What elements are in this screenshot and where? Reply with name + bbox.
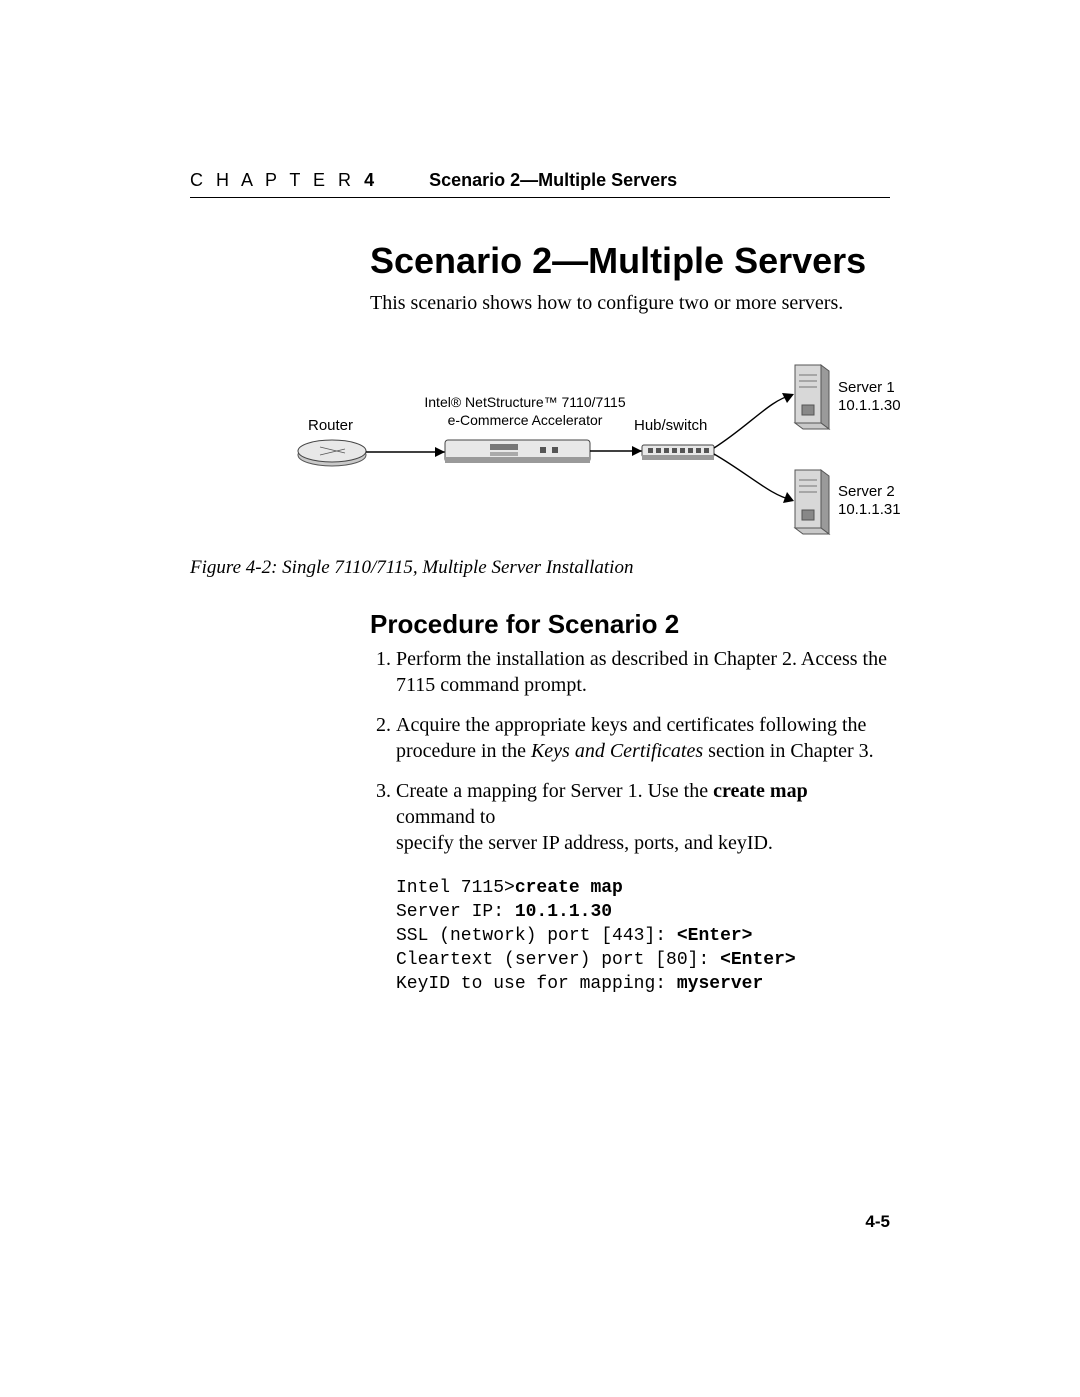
procedure-list: Perform the installation as described in… — [370, 646, 890, 856]
code-l1-prompt: Intel 7115> — [396, 878, 515, 898]
device-label-2: e-Commerce Accelerator — [410, 411, 640, 429]
step-2-text-b: procedure in the — [396, 740, 531, 762]
running-header: C H A P T E R 4 Scenario 2—Multiple Serv… — [190, 170, 890, 198]
page-title: Scenario 2—Multiple Servers — [370, 240, 890, 282]
diagram-svg — [290, 355, 910, 535]
server1-name: Server 1 — [838, 379, 895, 397]
code-l4-label: Cleartext (server) port [80]: — [396, 950, 720, 970]
code-l5-val: myserver — [677, 974, 763, 994]
accelerator-icon — [445, 440, 590, 463]
chapter-number: 4 — [364, 170, 374, 190]
code-l3-val: <Enter> — [677, 926, 753, 946]
server1-ip: 10.1.1.30 — [838, 397, 901, 415]
chapter-label: C H A P T E R 4 — [190, 170, 374, 191]
router-icon — [298, 440, 366, 466]
content-column: Scenario 2—Multiple Servers This scenari… — [370, 240, 890, 996]
code-l3-label: SSL (network) port [443]: — [396, 926, 677, 946]
device-label-1: Intel® NetStructure™ 7110/7115 — [410, 393, 640, 411]
intro-paragraph: This scenario shows how to configure two… — [370, 292, 890, 315]
section-name: Scenario 2—Multiple Servers — [429, 170, 677, 191]
server2-name: Server 2 — [838, 483, 895, 501]
network-diagram: Router Intel® NetStructure™ 7110/7115 e-… — [290, 355, 910, 535]
step-2-text-a: Acquire the appropriate keys and certifi… — [396, 714, 866, 736]
server2-ip: 10.1.1.31 — [838, 501, 901, 519]
hub-icon — [642, 445, 714, 460]
page-number: 4-5 — [865, 1212, 890, 1232]
step-2: Acquire the appropriate keys and certifi… — [396, 712, 890, 764]
step-3: Create a mapping for Server 1. Use the c… — [396, 778, 890, 856]
code-l1-cmd: create map — [515, 878, 623, 898]
step-2-italic: Keys and Certificates — [531, 740, 703, 762]
chapter-word: C H A P T E R — [190, 170, 355, 190]
step-3-text-d: specify the server IP address, ports, an… — [396, 832, 773, 854]
code-l2-val: 10.1.1.30 — [515, 902, 612, 922]
step-1: Perform the installation as described in… — [396, 646, 890, 698]
server2-icon — [795, 470, 829, 534]
figure-caption: Figure 4-2: Single 7110/7115, Multiple S… — [190, 557, 890, 579]
code-l2-label: Server IP: — [396, 902, 515, 922]
step-2-text-d: section in Chapter 3. — [703, 740, 874, 762]
server1-icon — [795, 365, 829, 429]
step-3-text-c: command to — [396, 806, 495, 828]
step-3-text-a: Create a mapping for Server 1. Use the — [396, 780, 713, 802]
step-3-bold: create map — [713, 780, 808, 802]
step-1-text-a: Perform the installation as described in… — [396, 648, 887, 670]
code-l4-val: <Enter> — [720, 950, 796, 970]
hub-label: Hub/switch — [634, 417, 707, 435]
page: C H A P T E R 4 Scenario 2—Multiple Serv… — [0, 0, 1080, 1397]
procedure-heading: Procedure for Scenario 2 — [370, 609, 890, 640]
code-l5-label: KeyID to use for mapping: — [396, 974, 677, 994]
code-block: Intel 7115>create map Server IP: 10.1.1.… — [396, 876, 890, 996]
router-label: Router — [308, 417, 353, 435]
step-1-text-b: 7115 command prompt. — [396, 674, 587, 696]
